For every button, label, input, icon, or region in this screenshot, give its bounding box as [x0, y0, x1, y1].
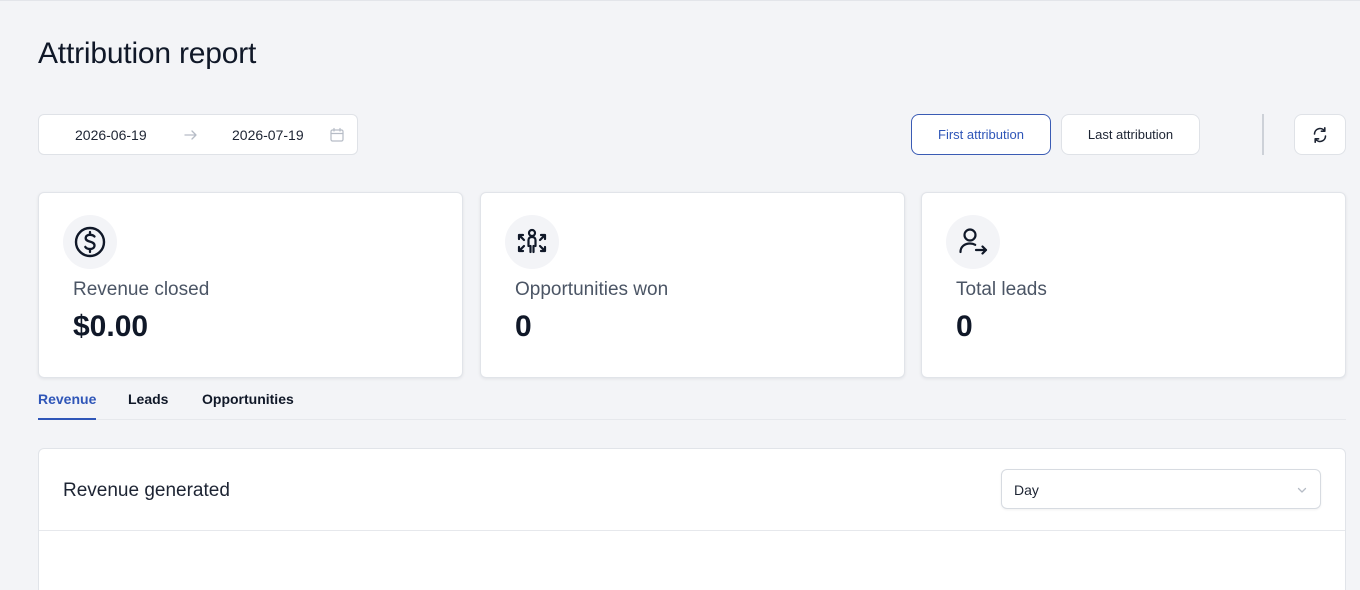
tab-opportunities[interactable]: Opportunities: [202, 389, 294, 420]
stat-value: 0: [956, 310, 973, 343]
dollar-circle-icon: [74, 226, 106, 258]
report-tabs: Revenue Leads Opportunities: [38, 389, 1346, 420]
stat-icon-wrap: [63, 215, 117, 269]
panel-header: Revenue generated Day: [39, 449, 1345, 531]
select-value: Day: [1014, 482, 1039, 498]
stat-card-opportunities: Opportunities won 0: [480, 192, 905, 378]
user-arrow-icon: [959, 228, 988, 255]
stat-value: 0: [515, 310, 532, 343]
page-title: Attribution report: [38, 37, 257, 70]
tab-revenue[interactable]: Revenue: [38, 389, 97, 420]
calendar-icon[interactable]: [329, 127, 345, 143]
date-range-picker[interactable]: 2026-06-19 2026-07-19: [38, 114, 358, 155]
stat-card-revenue: Revenue closed $0.00: [38, 192, 463, 378]
last-attribution-button[interactable]: Last attribution: [1061, 114, 1200, 155]
stat-label: Opportunities won: [515, 279, 669, 300]
chevron-down-icon: [1297, 487, 1307, 493]
end-date[interactable]: 2026-07-19: [232, 127, 304, 143]
start-date[interactable]: 2026-06-19: [75, 127, 147, 143]
stat-icon-wrap: [946, 215, 1000, 269]
toolbar-divider: [1262, 114, 1264, 155]
first-attribution-button[interactable]: First attribution: [911, 114, 1051, 155]
stat-value: $0.00: [73, 310, 149, 343]
stat-label: Revenue closed: [73, 279, 210, 300]
tab-leads[interactable]: Leads: [128, 389, 168, 420]
refresh-button[interactable]: [1294, 114, 1346, 155]
revenue-panel: Revenue generated Day: [38, 448, 1346, 590]
granularity-select[interactable]: Day: [1001, 469, 1321, 509]
arrow-right-icon: [184, 130, 197, 140]
opportunities-icon: [517, 228, 547, 254]
panel-title: Revenue generated: [63, 480, 230, 501]
stat-label: Total leads: [956, 279, 1047, 300]
stat-card-leads: Total leads 0: [921, 192, 1346, 378]
stat-icon-wrap: [505, 215, 559, 269]
refresh-icon: [1313, 126, 1327, 143]
